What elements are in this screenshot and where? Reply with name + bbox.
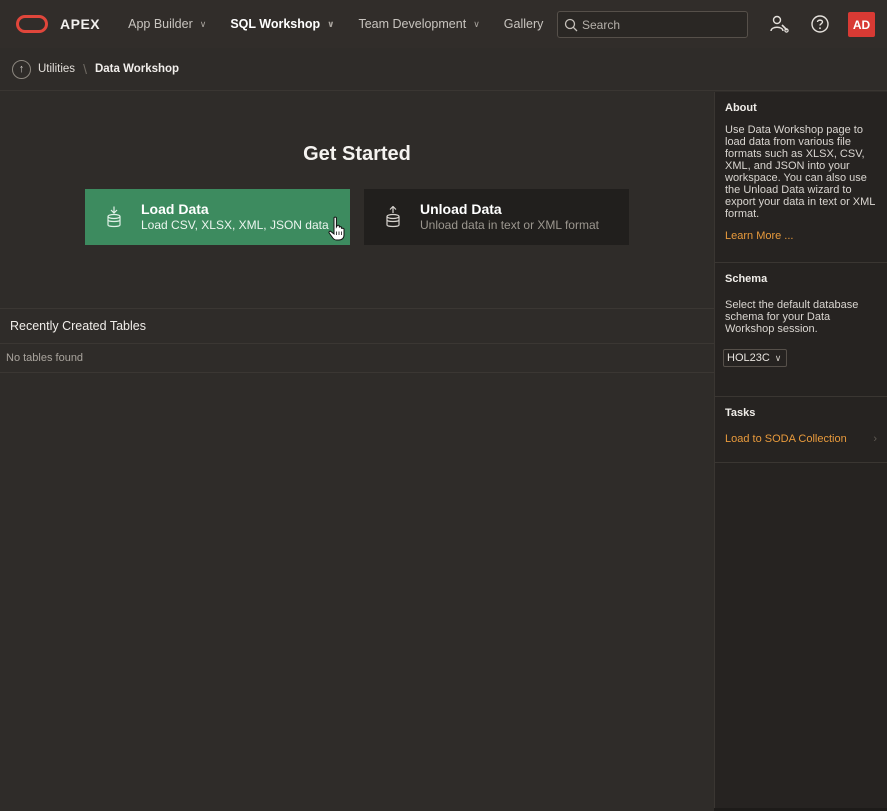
breadcrumb-utilities[interactable]: Utilities (38, 63, 75, 75)
nav-app-builder-label: App Builder (128, 17, 193, 31)
about-section: About Use Data Workshop page to load dat… (715, 92, 887, 263)
unload-data-subtitle: Unload data in text or XML format (420, 217, 599, 232)
app-name: APEX (60, 16, 101, 32)
tasks-section: Tasks Load to SODA Collection › (715, 397, 887, 463)
load-data-card[interactable]: Load Data Load CSV, XLSX, XML, JSON data (85, 189, 350, 245)
load-data-subtitle: Load CSV, XLSX, XML, JSON data (141, 217, 329, 232)
about-text: Use Data Workshop page to load data from… (725, 124, 875, 220)
unload-data-title: Unload Data (420, 200, 502, 217)
chevron-down-icon: ∨ (327, 18, 335, 29)
no-tables-message: No tables found (0, 344, 714, 373)
help-button[interactable] (809, 13, 831, 35)
top-navigation-bar: APEX App Builder ∨ SQL Workshop ∨ Team D… (0, 0, 887, 48)
database-upload-icon (105, 206, 123, 228)
task-load-to-soda[interactable]: Load to SODA Collection › (725, 433, 877, 445)
right-side-panel: About Use Data Workshop page to load dat… (714, 92, 887, 808)
breadcrumb-separator: \ (83, 61, 87, 77)
oracle-logo-icon (16, 15, 48, 33)
load-data-title: Load Data (141, 200, 209, 217)
schema-select-value: HOL23C (727, 352, 770, 364)
chevron-right-icon: › (873, 433, 877, 445)
nav-team-development-label: Team Development (358, 17, 467, 31)
breadcrumb-current: Data Workshop (94, 63, 180, 75)
apex-logo[interactable]: APEX (16, 15, 100, 33)
main-content: Get Started Load Data Load CSV, XLSX, XM… (0, 92, 714, 811)
tasks-title: Tasks (725, 407, 756, 419)
main-nav: App Builder ∨ SQL Workshop ∨ Team Develo… (128, 17, 567, 31)
search-input[interactable]: Search (557, 11, 748, 38)
recently-created-tables-header: Recently Created Tables (0, 308, 714, 344)
arrow-up-icon[interactable]: ↑ (12, 59, 31, 79)
schema-title: Schema (725, 273, 768, 285)
help-icon (811, 15, 829, 33)
admin-user-button[interactable] (768, 13, 790, 35)
user-avatar[interactable]: AD (848, 12, 875, 37)
hand-pointer-icon (328, 216, 345, 241)
schema-text: Select the default database schema for y… (725, 299, 859, 335)
page-title: Get Started (303, 143, 411, 165)
about-title: About (725, 102, 757, 114)
nav-app-builder[interactable]: App Builder ∨ (128, 17, 206, 31)
learn-more-link[interactable]: Learn More ... (725, 230, 877, 242)
nav-gallery-label: Gallery (503, 17, 544, 31)
nav-sql-workshop-label: SQL Workshop (230, 17, 321, 31)
database-export-icon (384, 206, 402, 228)
user-wrench-icon (770, 15, 789, 33)
nav-sql-workshop[interactable]: SQL Workshop ∨ (230, 17, 334, 31)
search-placeholder: Search (582, 17, 621, 32)
schema-select[interactable]: HOL23C ∨ (723, 349, 788, 367)
breadcrumb: ↑ Utilities \ Data Workshop (0, 48, 887, 91)
task-load-to-soda-label: Load to SODA Collection (725, 433, 847, 445)
chevron-down-icon: ∨ (774, 352, 782, 363)
chevron-down-icon: ∨ (199, 18, 207, 29)
nav-gallery[interactable]: Gallery (504, 17, 544, 31)
chevron-down-icon: ∨ (473, 18, 480, 29)
search-icon (564, 18, 578, 31)
unload-data-card[interactable]: Unload Data Unload data in text or XML f… (364, 189, 629, 245)
nav-team-development[interactable]: Team Development ∨ (358, 17, 479, 31)
schema-section: Schema Select the default database schem… (715, 263, 887, 397)
